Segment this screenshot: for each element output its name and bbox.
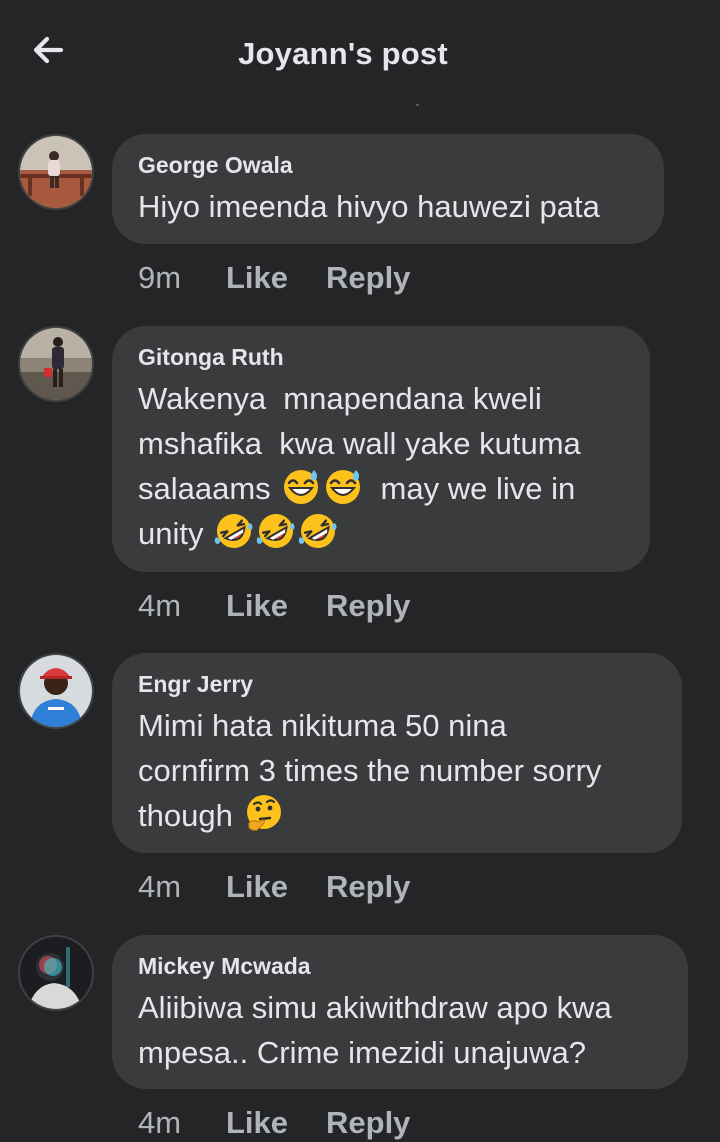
like-button[interactable]: Like bbox=[226, 260, 326, 296]
comment-text: Wakenya mnapendana kweli mshafika kwa wa… bbox=[138, 376, 624, 556]
comment-bubble: George Owala Hiyo imeenda hivyo hauwezi … bbox=[112, 134, 664, 244]
like-button[interactable]: Like bbox=[226, 1105, 326, 1141]
comment-text-line: salaaams bbox=[138, 471, 271, 506]
rolling-laughing-emoji-icon bbox=[256, 511, 296, 551]
divider-dot bbox=[416, 104, 419, 106]
comment-actions: 4m Like Reply bbox=[138, 588, 410, 624]
avatar[interactable] bbox=[18, 134, 94, 210]
comment-actions: 4m Like Reply bbox=[138, 869, 410, 905]
comment-timestamp: 4m bbox=[138, 1105, 182, 1140]
comment-text-line: though bbox=[138, 798, 233, 833]
comment-author[interactable]: Gitonga Ruth bbox=[138, 342, 624, 372]
like-button[interactable]: Like bbox=[226, 588, 326, 624]
reply-button[interactable]: Reply bbox=[326, 1105, 410, 1141]
rolling-laughing-emoji-icon bbox=[214, 511, 254, 551]
thinking-face-emoji-icon bbox=[243, 793, 283, 833]
comment-text: Mimi hata nikituma 50 nina cornfirm 3 ti… bbox=[138, 703, 656, 838]
comment-text-line: may we live in bbox=[363, 471, 576, 506]
comment-bubble: Gitonga Ruth Wakenya mnapendana kweli ms… bbox=[112, 326, 650, 572]
comment-author[interactable]: George Owala bbox=[138, 150, 638, 180]
top-bar: Joyann's post bbox=[0, 0, 720, 110]
comment-author[interactable]: Engr Jerry bbox=[138, 669, 656, 699]
comment-bubble: Engr Jerry Mimi hata nikituma 50 nina co… bbox=[112, 653, 682, 853]
comment-text-line: Aliibiwa simu akiwithdraw apo kwa bbox=[138, 990, 612, 1025]
comment-timestamp: 4m bbox=[138, 869, 182, 904]
comment-text: Aliibiwa simu akiwithdraw apo kwa mpesa.… bbox=[138, 985, 662, 1075]
page-title: Joyann's post bbox=[238, 36, 448, 71]
comment-author[interactable]: Mickey Mcwada bbox=[138, 951, 662, 981]
comment-timestamp: 4m bbox=[138, 588, 182, 623]
avatar[interactable] bbox=[18, 935, 94, 1011]
comment-text-line: mpesa.. Crime imezidi unajuwa? bbox=[138, 1035, 586, 1070]
reply-button[interactable]: Reply bbox=[326, 260, 410, 296]
grinning-sweat-emoji-icon bbox=[281, 466, 321, 506]
comment-text-line: Wakenya mnapendana kweli bbox=[138, 381, 542, 416]
reply-button[interactable]: Reply bbox=[326, 588, 410, 624]
comment-text-line: cornfirm 3 times the number sorry bbox=[138, 753, 602, 788]
grinning-sweat-emoji-icon bbox=[323, 466, 363, 506]
comment-actions: 9m Like Reply bbox=[138, 260, 410, 296]
comments-page: Joyann's post George Owala Hiyo imeenda … bbox=[0, 0, 720, 1142]
comment-bubble: Mickey Mcwada Aliibiwa simu akiwithdraw … bbox=[112, 935, 688, 1089]
comment-timestamp: 9m bbox=[138, 260, 182, 295]
avatar[interactable] bbox=[18, 653, 94, 729]
like-button[interactable]: Like bbox=[226, 869, 326, 905]
rolling-laughing-emoji-icon bbox=[298, 511, 338, 551]
comment-text-line: Mimi hata nikituma 50 nina bbox=[138, 708, 507, 743]
reply-button[interactable]: Reply bbox=[326, 869, 410, 905]
comment-text-line: mshafika kwa wall yake kutuma bbox=[138, 426, 581, 461]
avatar[interactable] bbox=[18, 326, 94, 402]
comment-text: Hiyo imeenda hivyo hauwezi pata bbox=[138, 189, 600, 224]
comment-actions: 4m Like Reply bbox=[138, 1105, 410, 1141]
comment-text-line: unity bbox=[138, 516, 204, 551]
